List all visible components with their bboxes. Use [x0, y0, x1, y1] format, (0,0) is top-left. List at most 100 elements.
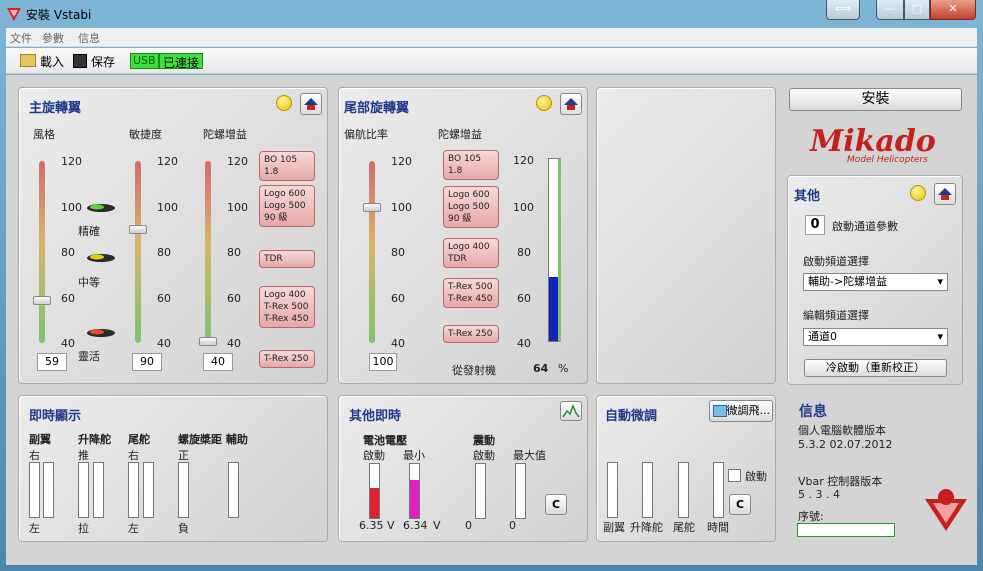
- restore-arrows-button[interactable]: ⟺: [826, 0, 860, 20]
- other-realtime-title: 其他即時: [349, 409, 402, 424]
- mode-precise-label: 精確: [78, 225, 100, 238]
- window-title: 安裝 Vstabi: [26, 8, 92, 22]
- home-button[interactable]: [560, 93, 582, 115]
- voltage-unit: V: [433, 519, 441, 532]
- mode-agile-label: 靈活: [78, 350, 100, 363]
- pc-version-label: 個人電腦軟體版本: [798, 424, 886, 437]
- autotune-enable-checkbox[interactable]: [728, 469, 741, 482]
- tick: 60: [517, 292, 531, 305]
- agility-slider-thumb[interactable]: [129, 225, 147, 234]
- aileron-bottom: 左: [29, 522, 40, 535]
- style-value[interactable]: 59: [37, 353, 67, 371]
- tick: 80: [157, 246, 171, 259]
- heli-tip-tdr: TDR: [259, 250, 315, 268]
- blank-panel: [596, 87, 776, 384]
- edit-channel-select[interactable]: 通道0 ▾: [803, 328, 948, 346]
- rudder-bar-2: [143, 462, 154, 518]
- aileron-top: 右: [29, 449, 40, 462]
- tick: 80: [227, 246, 241, 259]
- vstabi-app-icon: [7, 8, 21, 21]
- voltage-start-value: 6.35: [359, 519, 384, 532]
- serial-field[interactable]: [797, 523, 895, 537]
- autotune-panel: 自動微調 微調飛... 啟動 C 副翼 升降舵 尾舵 時間: [596, 395, 776, 542]
- finetune-icon: [713, 405, 727, 417]
- tick: 40: [391, 337, 405, 350]
- dropdown-arrow-icon: ▾: [937, 275, 943, 288]
- other-title: 其他: [794, 189, 821, 204]
- clear-autotune-button[interactable]: C: [729, 494, 751, 515]
- gyro-slider-track[interactable]: [205, 161, 211, 343]
- other-panel: 其他 0 啟動通道參數 啟動頻道選擇 輔助->陀螺增益 ▾ 編輯頻道選擇 通道0 ▾…: [787, 175, 963, 385]
- close-button[interactable]: ✕: [930, 0, 976, 20]
- menu-info[interactable]: 信息: [78, 30, 100, 46]
- menu-params[interactable]: 參數: [42, 30, 64, 46]
- install-button[interactable]: 安裝: [789, 88, 962, 111]
- info-title: 信息: [799, 404, 827, 420]
- save-button[interactable]: 保存: [91, 53, 115, 70]
- tail-tip-logo400: Logo 400 TDR: [443, 238, 499, 268]
- title-bar: 安裝 Vstabi ⟺ — □ ✕: [0, 0, 983, 28]
- voltage-start-bar: [369, 463, 380, 519]
- voltage-min-fill: [410, 480, 419, 518]
- menu-file[interactable]: 文件: [10, 30, 32, 46]
- helicopter-medium-icon: [87, 254, 115, 262]
- home-icon: [564, 98, 578, 110]
- rudder-top: 右: [128, 449, 139, 462]
- tick: 100: [513, 201, 534, 214]
- home-button[interactable]: [934, 183, 956, 205]
- style-slider-track[interactable]: [39, 161, 45, 343]
- tick: 100: [157, 201, 178, 214]
- gyro-slider-thumb[interactable]: [199, 337, 217, 346]
- vibration-max-value: 0: [509, 519, 516, 532]
- tail-gyro-label: 陀螺增益: [438, 128, 482, 141]
- finetune-label: 微調飛...: [726, 404, 771, 417]
- start-channel-select[interactable]: 輔助->陀螺增益 ▾: [803, 273, 948, 291]
- autotune-time-label: 時間: [707, 521, 729, 534]
- tick: 60: [61, 292, 75, 305]
- transmitter-gauge: [548, 158, 561, 342]
- yaw-rate-label: 偏航比率: [344, 128, 388, 141]
- finetune-button[interactable]: 微調飛...: [709, 400, 773, 422]
- dropdown-arrow-icon: ▾: [937, 330, 943, 343]
- start-channel-count[interactable]: 0: [805, 215, 825, 235]
- maximize-button[interactable]: □: [904, 0, 930, 20]
- pitch-top: 正: [178, 449, 189, 462]
- yaw-slider-track[interactable]: [369, 161, 375, 343]
- autotune-aileron-label: 副翼: [603, 521, 625, 534]
- voltage-min-label: 最小: [403, 449, 425, 462]
- minimize-button[interactable]: —: [876, 0, 904, 20]
- yaw-rate-value[interactable]: 100: [369, 353, 397, 371]
- cold-start-button[interactable]: 冷啟動（重新校正）: [804, 359, 947, 377]
- agility-label: 敏捷度: [129, 128, 162, 141]
- percent-label: %: [558, 362, 569, 375]
- agility-value[interactable]: 90: [132, 353, 162, 371]
- yaw-slider-thumb[interactable]: [363, 203, 381, 212]
- autotune-rudder-label: 尾舵: [673, 521, 695, 534]
- tick: 120: [157, 155, 178, 168]
- graph-button[interactable]: [560, 401, 582, 421]
- gyro-value[interactable]: 40: [203, 353, 233, 371]
- edit-channel-value: 通道0: [808, 330, 837, 343]
- other-realtime-panel: 其他即時 電池電壓 震動 啟動 最小 啟動 最大值 6.35 V 6.34 V …: [338, 395, 588, 542]
- heli-tip-logo400: Logo 400 T-Rex 500 T-Rex 450: [259, 286, 315, 328]
- heli-tip-logo600: Logo 600 Logo 500 90 級: [259, 185, 315, 227]
- transmitter-gauge-fill: [549, 277, 558, 341]
- start-channel-select-label: 啟動頻道選擇: [803, 255, 869, 268]
- vibration-start-label: 啟動: [473, 449, 495, 462]
- home-button[interactable]: [300, 93, 322, 115]
- voltage-min-bar: [409, 463, 420, 519]
- voltage-start-label: 啟動: [363, 449, 385, 462]
- vibration-start-value: 0: [465, 519, 472, 532]
- tick: 80: [517, 246, 531, 259]
- pitch-bottom: 負: [178, 522, 189, 535]
- agility-slider-track[interactable]: [135, 161, 141, 343]
- vbar-version-value: 5 . 3 . 4: [798, 488, 840, 501]
- rudder-bar: [128, 462, 139, 518]
- style-slider-thumb[interactable]: [33, 296, 51, 305]
- clear-vibration-button[interactable]: C: [545, 494, 567, 515]
- tail-tip-trex500: T-Rex 500 T-Rex 450: [443, 278, 499, 308]
- load-button[interactable]: 載入: [40, 53, 64, 70]
- save-disk-icon: [73, 54, 87, 68]
- app-window: 安裝 Vstabi ⟺ — □ ✕ 文件 參數 信息 載入 保存 USB 已連接…: [0, 0, 983, 571]
- realtime-panel: 即時顯示 副翼 升降舵 尾舵 螺旋槳距 輔助 右 推 右 正 左 拉 左 負: [18, 395, 328, 542]
